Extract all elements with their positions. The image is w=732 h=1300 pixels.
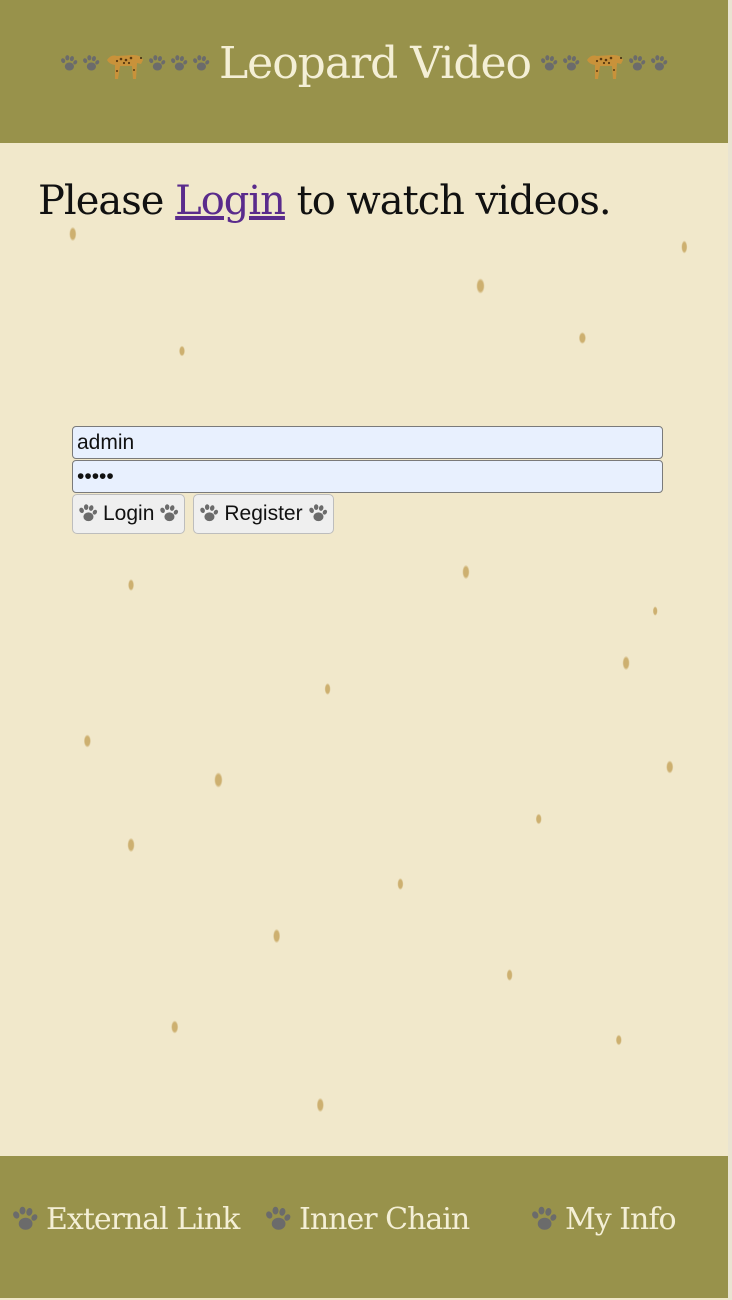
- paw-icon: [263, 1205, 293, 1235]
- leopard-icon: [583, 46, 625, 82]
- leopard-icon: [103, 46, 145, 82]
- login-prompt: Please Login to watch videos.: [38, 178, 612, 224]
- paw-icon: [561, 54, 581, 74]
- footer-link-external[interactable]: External Link: [10, 1202, 240, 1237]
- footer-link-label: External Link: [46, 1202, 240, 1237]
- paw-icon: [81, 54, 101, 74]
- login-link[interactable]: Login: [175, 178, 286, 224]
- prompt-text-before: Please: [38, 178, 176, 224]
- login-button[interactable]: Login: [72, 494, 186, 534]
- login-form: Login Register: [72, 426, 664, 534]
- form-actions: Login Register: [72, 494, 664, 534]
- footer-link-inner-chain[interactable]: Inner Chain: [263, 1202, 470, 1237]
- paw-icon: [529, 1205, 559, 1235]
- paw-icon: [649, 54, 669, 74]
- paw-icon: [169, 54, 189, 74]
- register-button-label: Register: [224, 502, 303, 525]
- paw-icon: [539, 54, 559, 74]
- paw-icon: [158, 503, 180, 525]
- paw-icon: [59, 54, 79, 74]
- register-button[interactable]: Register: [193, 494, 334, 534]
- paw-icon: [627, 54, 647, 74]
- paw-icon: [191, 54, 211, 74]
- paw-icon: [307, 503, 329, 525]
- footer-link-label: My Info: [565, 1202, 677, 1237]
- site-footer: External Link Inner Chain My Info: [0, 1156, 728, 1298]
- login-button-label: Login: [103, 502, 155, 525]
- header-decoration-left: [59, 46, 211, 82]
- prompt-text-after: to watch videos.: [284, 178, 612, 224]
- paw-icon: [10, 1205, 40, 1235]
- header-decoration-right: [539, 46, 669, 82]
- paw-icon: [77, 503, 99, 525]
- footer-link-my-info[interactable]: My Info: [529, 1202, 677, 1237]
- paw-icon: [147, 54, 167, 74]
- password-input[interactable]: [72, 460, 663, 493]
- site-header: Leopard Video: [0, 0, 728, 143]
- header-banner: Leopard Video: [59, 38, 669, 89]
- footer-link-label: Inner Chain: [299, 1202, 470, 1237]
- site-title: Leopard Video: [218, 38, 532, 89]
- paw-icon: [198, 503, 220, 525]
- page-edge: [728, 0, 732, 1300]
- username-input[interactable]: [72, 426, 663, 459]
